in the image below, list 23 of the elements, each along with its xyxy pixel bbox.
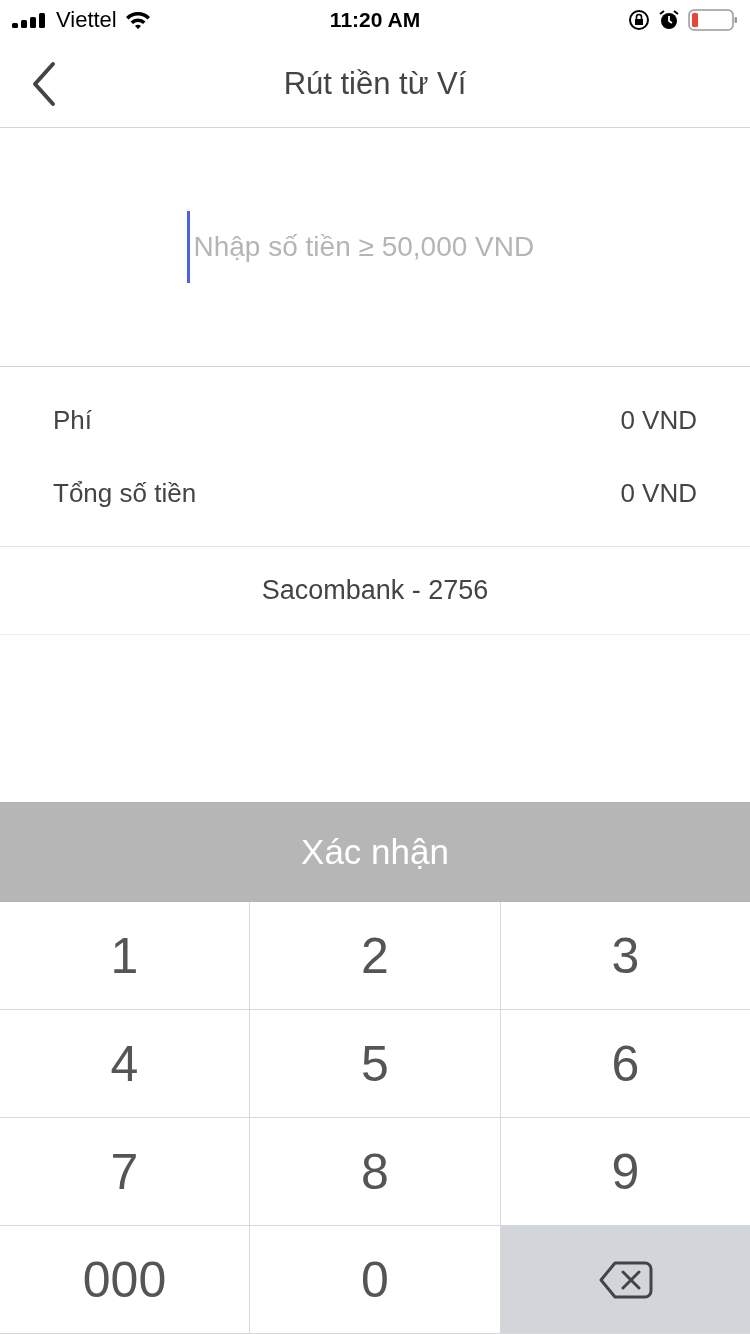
clock-time: 11:20 AM (329, 8, 421, 32)
battery-icon (688, 8, 738, 32)
bank-account: Sacombank - 2756 (261, 575, 489, 606)
screen-title: Rút tiền từ Ví (283, 65, 467, 102)
keypad-key[interactable]: 4 (0, 1010, 250, 1118)
signal-icon (12, 12, 48, 28)
keypad-key[interactable]: 0 (250, 1226, 501, 1334)
keypad-key[interactable]: 000 (0, 1226, 250, 1334)
summary-value: 0 VND (620, 404, 697, 436)
keypad-key[interactable]: 7 (0, 1118, 250, 1226)
carrier-name: Viettel (56, 7, 117, 33)
backspace-icon (598, 1260, 653, 1299)
summary-label: Tổng số tiền (53, 477, 197, 509)
wifi-icon (124, 10, 151, 30)
chevron-left-icon (31, 61, 57, 107)
summary-label: Phí (53, 404, 93, 436)
keypad-key[interactable]: 5 (250, 1010, 501, 1118)
keypad-key[interactable]: 2 (250, 902, 501, 1010)
rotation-lock-icon (628, 9, 650, 31)
keypad-key[interactable]: 8 (250, 1118, 501, 1226)
alarm-icon (658, 9, 680, 31)
summary-value: 0 VND (620, 477, 697, 509)
keypad-key[interactable]: 1 (0, 902, 250, 1010)
